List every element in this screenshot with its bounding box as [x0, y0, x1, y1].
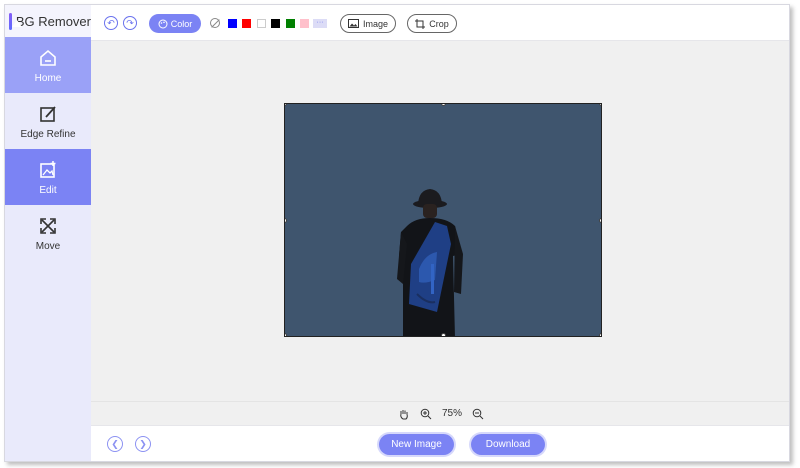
person-cutout-image: [397, 189, 463, 336]
image-button[interactable]: Image: [340, 14, 396, 33]
color-button[interactable]: Color: [149, 14, 201, 33]
sidebar-item-home[interactable]: Home: [5, 37, 91, 93]
swatch-green[interactable]: [286, 19, 295, 28]
app-logo-icon: [9, 12, 22, 30]
swatch-black[interactable]: [271, 19, 280, 28]
resize-handle[interactable]: [599, 104, 601, 106]
swatch-white[interactable]: [257, 19, 266, 28]
resize-handle[interactable]: [599, 333, 601, 336]
previous-button[interactable]: ❮: [107, 436, 123, 452]
new-image-button[interactable]: New Image: [379, 434, 454, 455]
palette-icon: [158, 19, 168, 28]
app-window: BG Remover Home Edge Refine Edit Move ↶ …: [4, 4, 790, 462]
swatch-pink[interactable]: [300, 19, 309, 28]
image-button-label: Image: [362, 18, 388, 29]
chevron-left-icon: ❮: [111, 438, 119, 449]
hand-pan-icon[interactable]: [398, 408, 410, 420]
next-button[interactable]: ❯: [135, 436, 151, 452]
sidebar-item-edge-refine[interactable]: Edge Refine: [5, 93, 91, 149]
canvas-area: [91, 41, 789, 401]
edge-refine-icon: [40, 105, 56, 122]
bottom-bar: ❮ ❯ New Image Download: [91, 425, 789, 461]
edit-image-icon: [40, 160, 56, 178]
move-icon: [40, 217, 56, 234]
redo-icon: ↷: [126, 17, 134, 28]
color-button-label: Color: [170, 18, 193, 29]
zoom-in-icon[interactable]: [420, 408, 432, 420]
undo-button[interactable]: ↶: [104, 16, 118, 30]
sidebar: BG Remover Home Edge Refine Edit Move: [5, 5, 91, 461]
image-icon: [347, 19, 359, 28]
home-icon: [40, 49, 56, 66]
zoom-level: 75%: [441, 408, 462, 419]
sidebar-item-label: Edge Refine: [20, 128, 76, 140]
download-button[interactable]: Download: [471, 434, 545, 455]
undo-icon: ↶: [107, 17, 115, 28]
sidebar-item-edit[interactable]: Edit: [5, 149, 91, 205]
resize-handle[interactable]: [441, 333, 446, 336]
app-title-bar: BG Remover: [5, 5, 91, 37]
zoom-out-icon[interactable]: [472, 408, 484, 420]
toolbar: ↶ ↷ Color ··· Image Crop: [91, 5, 789, 41]
more-icon[interactable]: ···: [313, 19, 327, 28]
sidebar-item-move[interactable]: Move: [5, 205, 91, 261]
chevron-right-icon: ❯: [139, 438, 147, 449]
swatch-blue[interactable]: [228, 19, 237, 28]
sidebar-item-label: Home: [34, 72, 62, 84]
crop-icon: [415, 18, 426, 29]
crop-button[interactable]: Crop: [407, 14, 457, 33]
crop-button-label: Crop: [429, 18, 449, 29]
app-title: BG Remover: [15, 13, 91, 29]
zoom-bar: 75%: [91, 401, 789, 425]
image-canvas[interactable]: [284, 103, 602, 337]
resize-handle[interactable]: [599, 218, 601, 223]
sidebar-item-label: Move: [35, 240, 61, 252]
sidebar-item-label: Edit: [39, 184, 57, 196]
no-color-swatch[interactable]: [210, 18, 220, 28]
swatch-red[interactable]: [242, 19, 251, 28]
resize-handle[interactable]: [285, 333, 287, 336]
redo-button[interactable]: ↷: [123, 16, 137, 30]
